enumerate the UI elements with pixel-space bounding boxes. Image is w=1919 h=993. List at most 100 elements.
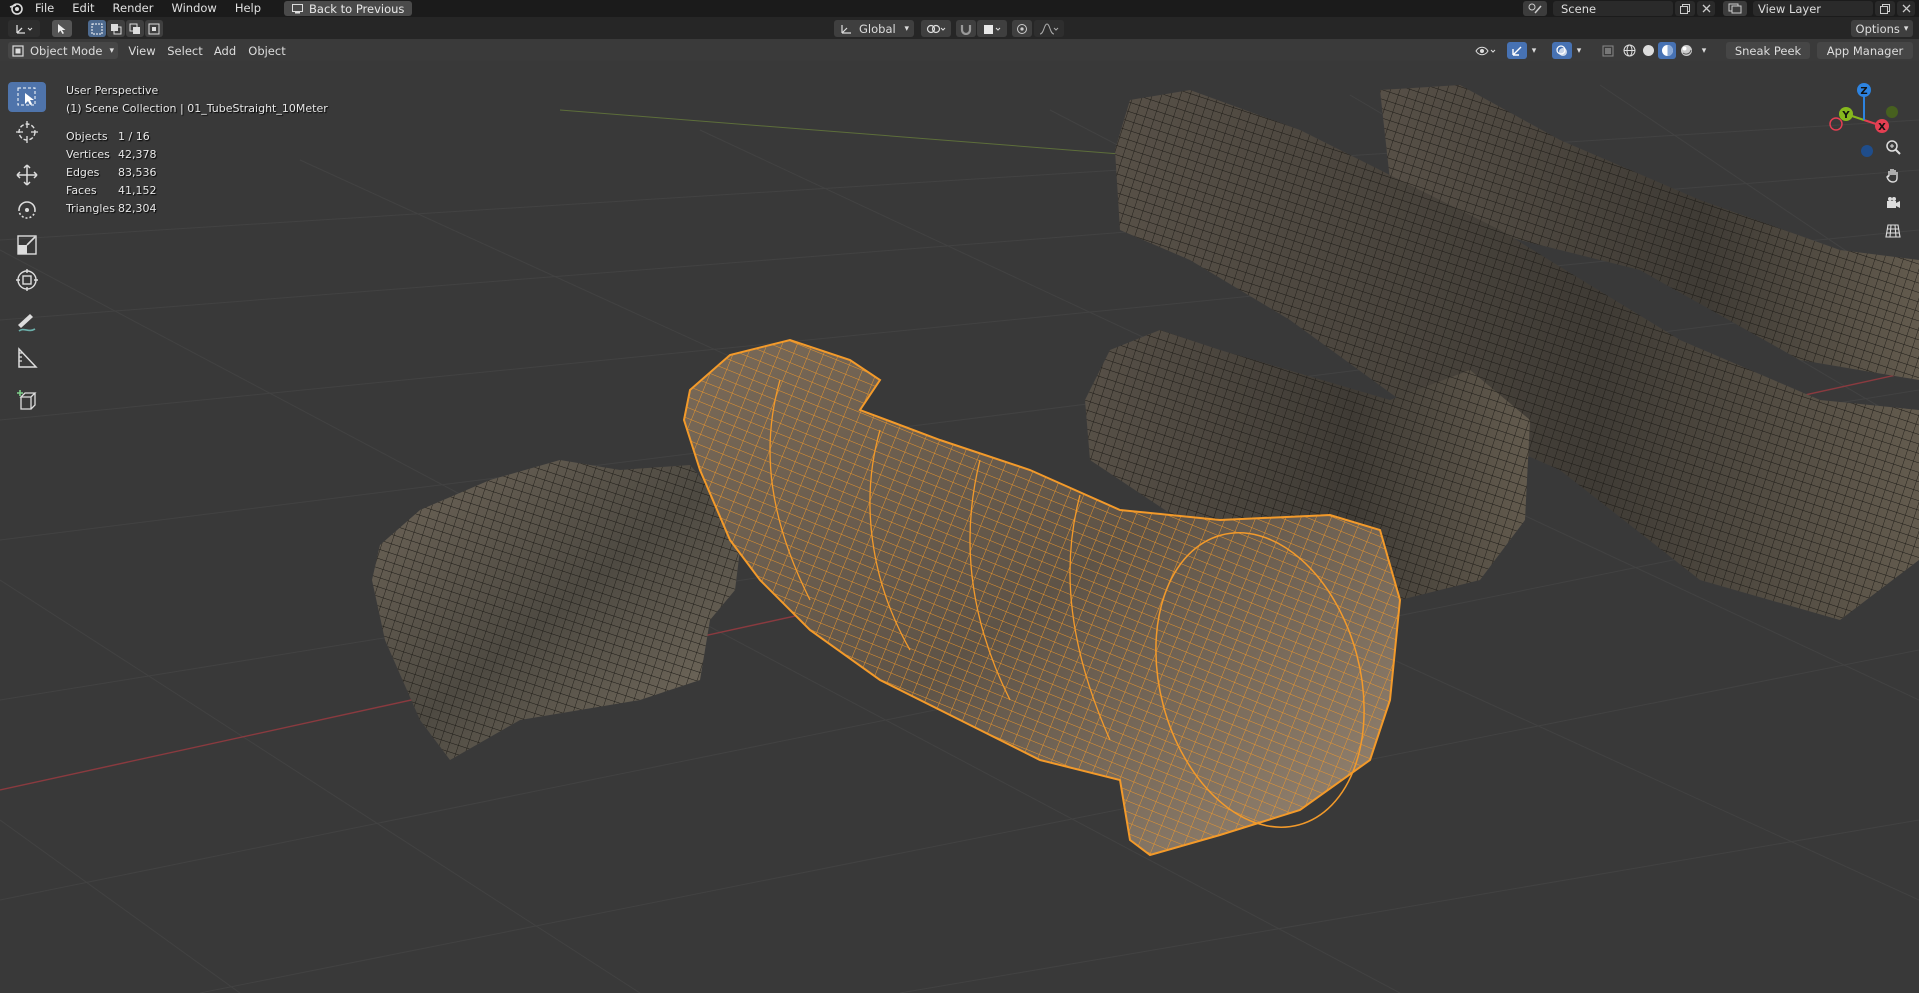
scene-selector-icon[interactable] <box>1523 1 1547 16</box>
mode-invert-button[interactable] <box>145 20 163 37</box>
menu-window[interactable]: Window <box>162 0 225 17</box>
stat-label: Vertices <box>66 148 110 161</box>
zoom-icon <box>1886 140 1901 155</box>
stat-label: Triangles <box>66 202 115 215</box>
view-layer-field[interactable]: View Layer <box>1753 1 1873 16</box>
hand-icon <box>1886 169 1898 183</box>
orientation-label: Global <box>859 21 896 36</box>
falloff-dropdown[interactable] <box>1034 20 1064 37</box>
transform-tool[interactable] <box>8 265 46 295</box>
move-icon <box>16 164 38 186</box>
stat-row: Faces 41,152 <box>66 182 328 200</box>
blender-logo-icon[interactable] <box>6 0 26 17</box>
proportional-icon <box>1017 23 1027 34</box>
select-box-tool[interactable] <box>8 82 46 112</box>
scene-name-field[interactable]: Scene <box>1553 1 1673 16</box>
stat-value: 1 / 16 <box>118 130 150 143</box>
overlays-dropdown[interactable]: ▾ <box>1572 42 1586 59</box>
select-invert-icon <box>148 23 160 34</box>
zoom-button[interactable] <box>1881 135 1905 159</box>
mode-subtract-button[interactable] <box>126 20 144 37</box>
stat-label: Objects <box>66 130 108 143</box>
falloff-curve-icon <box>1039 22 1059 34</box>
delete-scene-icon[interactable] <box>1697 1 1715 16</box>
mode-new-button[interactable] <box>88 20 106 37</box>
shading-wireframe-button[interactable] <box>1620 42 1638 59</box>
viewport-info-overlay: User Perspective (1) Scene Collection | … <box>66 82 328 218</box>
screen-icon <box>292 3 304 13</box>
camera-icon <box>1887 197 1900 208</box>
measure-tool[interactable] <box>8 343 46 373</box>
gizmo-dropdown[interactable]: ▾ <box>1527 42 1541 59</box>
rotate-tool[interactable] <box>8 195 46 225</box>
overlays-toggle[interactable] <box>1552 42 1572 59</box>
delete-view-layer-icon[interactable] <box>1897 1 1915 16</box>
proportional-editing-toggle[interactable] <box>1012 20 1032 37</box>
gizmo-z-label: Z <box>1860 86 1867 97</box>
back-to-previous-button[interactable]: Back to Previous <box>284 1 413 16</box>
scale-tool[interactable] <box>8 230 46 260</box>
menu-help[interactable]: Help <box>226 0 270 17</box>
copy-view-layer-icon[interactable] <box>1875 1 1895 16</box>
stat-row: Edges 83,536 <box>66 164 328 182</box>
scale-icon <box>17 235 37 255</box>
3d-viewport[interactable]: User Perspective (1) Scene Collection | … <box>0 61 1919 993</box>
xray-toggle[interactable] <box>1598 42 1618 59</box>
view-layer-icon[interactable] <box>1723 1 1747 16</box>
snap-target-dropdown[interactable] <box>977 20 1007 37</box>
menu-file[interactable]: File <box>26 0 63 17</box>
copy-scene-icon[interactable] <box>1675 1 1695 16</box>
eye-icon <box>1475 46 1496 55</box>
solid-sphere-icon <box>1642 45 1654 56</box>
shading-rendered-button[interactable] <box>1677 42 1695 59</box>
mode-dropdown[interactable]: Object Mode ▾ <box>8 42 118 59</box>
select-box-icon <box>17 87 36 106</box>
pivot-point-dropdown[interactable] <box>921 20 951 37</box>
annotate-icon <box>18 314 36 332</box>
sneak-peek-button[interactable]: Sneak Peek <box>1726 42 1810 59</box>
stat-label: Edges <box>66 166 100 179</box>
orientation-dropdown[interactable]: Global ▾ <box>834 20 914 37</box>
menu-render[interactable]: Render <box>104 0 163 17</box>
tool-header: Global ▾ Options ▾ <box>0 17 1919 39</box>
select-tool-button[interactable] <box>52 20 72 37</box>
cursor-tool[interactable] <box>8 117 46 147</box>
app-manager-button[interactable]: App Manager <box>1817 42 1913 59</box>
material-sphere-icon <box>1661 45 1673 56</box>
visibility-dropdown[interactable] <box>1471 42 1501 59</box>
magnet-icon <box>960 24 972 35</box>
chevron-down-icon: ▾ <box>1576 45 1582 56</box>
cursor-icon <box>16 121 38 143</box>
move-tool[interactable] <box>8 160 46 190</box>
editor-type-button[interactable] <box>8 20 40 37</box>
pivot-link-icon <box>926 24 946 33</box>
shading-dropdown[interactable]: ▾ <box>1697 42 1711 59</box>
menu-edit[interactable]: Edit <box>63 0 103 17</box>
add-cube-tool[interactable] <box>8 386 46 416</box>
projection-toggle-button[interactable] <box>1881 219 1905 243</box>
menu-view[interactable]: View <box>124 42 160 59</box>
mode-extend-button[interactable] <box>107 20 125 37</box>
menu-add[interactable]: Add <box>208 42 242 59</box>
menu-select[interactable]: Select <box>164 42 206 59</box>
snap-increment-icon <box>984 24 1001 34</box>
annotate-tool[interactable] <box>8 308 46 338</box>
back-to-previous-label: Back to Previous <box>309 1 405 16</box>
add-cube-icon <box>17 390 37 410</box>
shading-material-button[interactable] <box>1658 42 1676 59</box>
menu-object[interactable]: Object <box>245 42 289 59</box>
select-new-icon <box>91 23 103 34</box>
rock-chunk-left <box>372 460 740 760</box>
view-layer-label: View Layer <box>1758 1 1822 16</box>
stat-label: Faces <box>66 184 97 197</box>
options-dropdown[interactable]: Options ▾ <box>1851 20 1913 37</box>
gizmo-toggle[interactable] <box>1507 42 1527 59</box>
snap-toggle[interactable] <box>956 20 976 37</box>
chevron-down-icon: ▾ <box>109 45 114 56</box>
viewport-header: Object Mode ▾ View Select Add Object ▾ ▾… <box>0 39 1919 61</box>
shading-solid-button[interactable] <box>1639 42 1657 59</box>
collection-label: (1) Scene Collection | 01_TubeStraight_1… <box>66 102 328 115</box>
camera-view-button[interactable] <box>1881 191 1905 215</box>
pan-button[interactable] <box>1881 163 1905 187</box>
overlays-icon <box>1556 44 1567 56</box>
